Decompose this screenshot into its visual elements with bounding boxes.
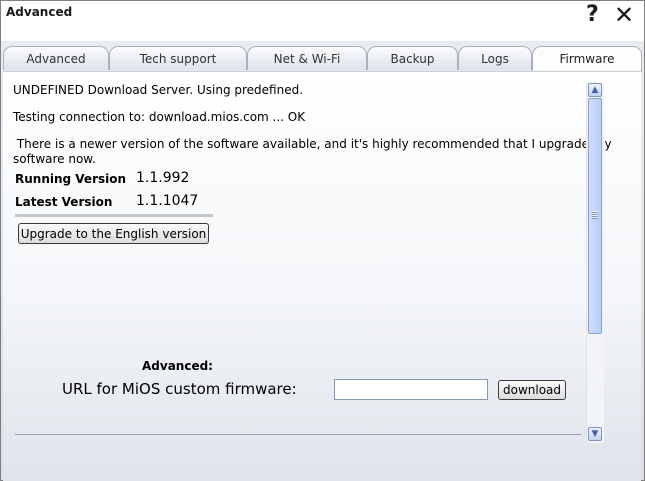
version-divider — [15, 214, 213, 217]
connection-status: Testing connection to: download.mios.com… — [13, 110, 306, 124]
running-version-label: Running Version — [15, 172, 127, 186]
help-icon[interactable]: ? — [586, 2, 599, 28]
scroll-down-icon[interactable]: ▼ — [588, 427, 602, 441]
bottom-divider — [15, 434, 581, 435]
advanced-dialog: Advanced ? ✕ Advanced Tech support Net &… — [0, 0, 645, 481]
running-version-value: 1.1.992 — [136, 170, 190, 186]
grip-icon — [592, 211, 598, 219]
custom-firmware-url-input[interactable] — [334, 379, 488, 400]
tab-tech-support[interactable]: Tech support — [109, 46, 247, 70]
scroll-up-icon[interactable]: ▲ — [588, 83, 602, 97]
advanced-label: Advanced: — [142, 359, 213, 373]
custom-firmware-url-label: URL for MiOS custom firmware: — [62, 380, 297, 398]
tab-advanced[interactable]: Advanced — [3, 46, 109, 70]
firmware-panel: UNDEFINED Download Server. Using predefi… — [3, 71, 641, 481]
scrollbar-thumb[interactable] — [588, 98, 602, 334]
latest-version-value: 1.1.1047 — [136, 193, 199, 209]
download-server-status: UNDEFINED Download Server. Using predefi… — [13, 83, 304, 97]
upgrade-button[interactable]: Upgrade to the English version — [18, 223, 209, 244]
update-notice-line1: There is a newer version of the software… — [13, 137, 612, 151]
latest-version-label: Latest Version — [15, 195, 113, 209]
update-notice-line2: software now. — [13, 152, 96, 166]
dialog-title: Advanced — [6, 5, 73, 19]
download-button[interactable]: download — [498, 380, 566, 400]
tab-bar: Advanced Tech support Net & Wi-Fi Backup… — [3, 46, 643, 72]
tab-net-wifi[interactable]: Net & Wi-Fi — [247, 46, 367, 70]
tab-logs[interactable]: Logs — [458, 46, 532, 70]
tab-firmware[interactable]: Firmware — [532, 46, 642, 72]
vertical-scrollbar[interactable]: ▲ ▼ — [586, 82, 604, 443]
close-icon[interactable]: ✕ — [614, 2, 634, 28]
tab-backup[interactable]: Backup — [367, 46, 458, 70]
